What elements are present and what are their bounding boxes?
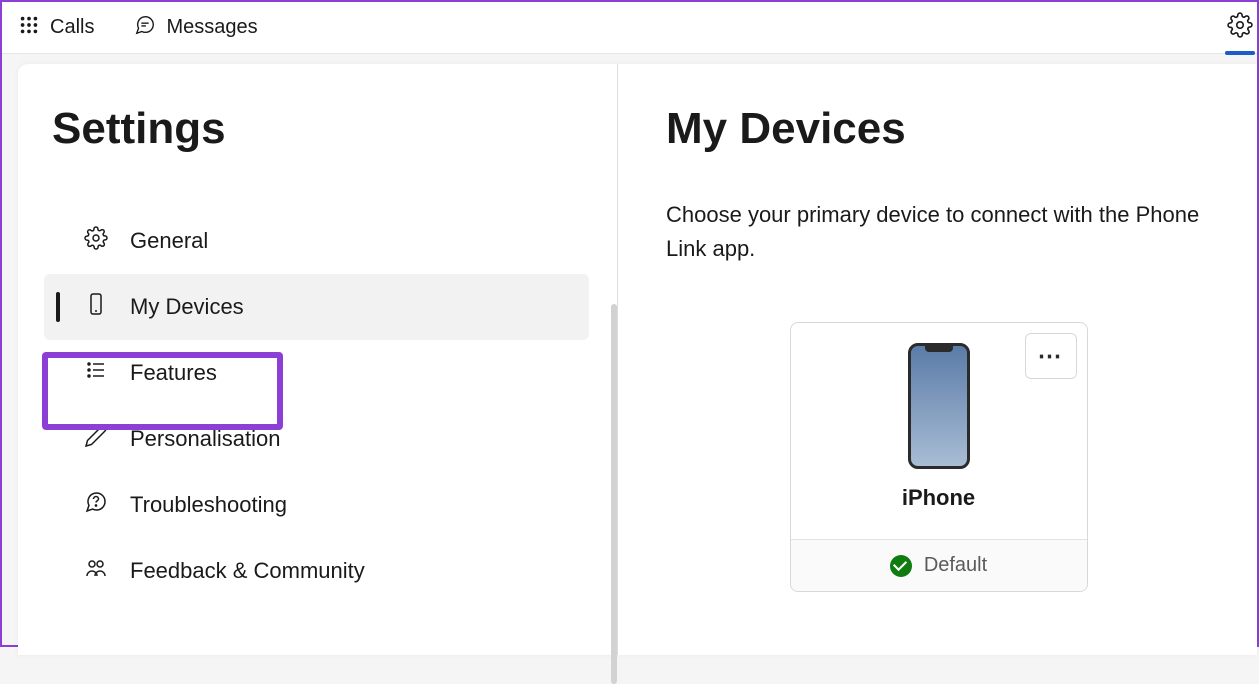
- pen-icon: [84, 424, 108, 454]
- device-status-row: Default: [791, 539, 1087, 591]
- main-description: Choose your primary device to connect wi…: [666, 198, 1211, 266]
- nav-my-devices[interactable]: My Devices: [44, 274, 589, 340]
- nav-label: Features: [130, 360, 217, 386]
- settings-gear-button[interactable]: [1227, 12, 1253, 43]
- messages-tab[interactable]: Messages: [134, 14, 257, 42]
- calls-tab[interactable]: Calls: [18, 14, 94, 42]
- phone-icon: [84, 292, 108, 322]
- main-title: My Devices: [666, 104, 1211, 154]
- list-icon: [84, 358, 108, 388]
- device-more-button[interactable]: ⋯: [1025, 333, 1077, 379]
- check-icon: [890, 555, 912, 577]
- sidebar-scrollbar[interactable]: [611, 304, 617, 684]
- community-icon: [84, 556, 108, 586]
- messages-label: Messages: [166, 16, 257, 39]
- message-icon: [134, 14, 156, 42]
- nav-features[interactable]: Features: [52, 340, 617, 406]
- phone-illustration: [908, 343, 970, 469]
- calls-label: Calls: [50, 16, 94, 39]
- nav-personalisation[interactable]: Personalisation: [52, 406, 617, 472]
- top-toolbar: Calls Messages: [2, 2, 1257, 54]
- device-name: iPhone: [791, 485, 1087, 529]
- nav-feedback[interactable]: Feedback & Community: [52, 538, 617, 604]
- gear-icon: [84, 226, 108, 256]
- nav-label: Troubleshooting: [130, 492, 287, 518]
- settings-sidebar: Settings General My Devices: [18, 64, 618, 655]
- main-panel: My Devices Choose your primary device to…: [618, 64, 1257, 655]
- content-area: Settings General My Devices: [18, 64, 1257, 655]
- device-card[interactable]: ⋯ iPhone Default: [790, 322, 1088, 592]
- device-status-text: Default: [924, 554, 987, 577]
- settings-active-indicator: [1225, 51, 1255, 55]
- nav-label: Personalisation: [130, 426, 280, 452]
- nav-troubleshooting[interactable]: Troubleshooting: [52, 472, 617, 538]
- nav-label: Feedback & Community: [130, 558, 365, 584]
- dialpad-icon: [18, 14, 40, 42]
- nav-general[interactable]: General: [52, 208, 617, 274]
- settings-title: Settings: [52, 104, 617, 154]
- device-card-body: ⋯ iPhone: [791, 323, 1087, 539]
- help-icon: [84, 490, 108, 520]
- nav-label: My Devices: [130, 294, 244, 320]
- nav-label: General: [130, 228, 208, 254]
